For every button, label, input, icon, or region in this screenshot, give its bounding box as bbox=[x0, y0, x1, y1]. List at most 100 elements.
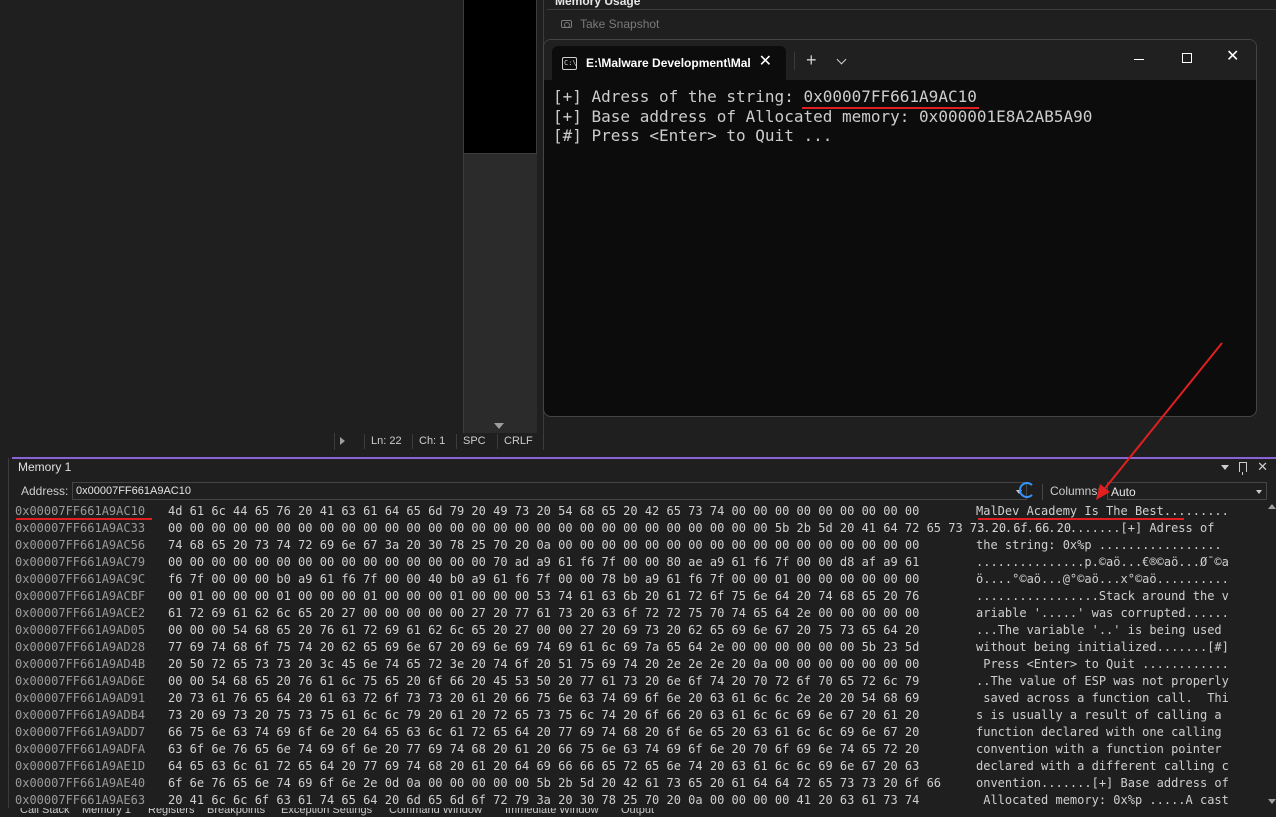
memory-row-hex[interactable]: 64 65 63 6c 61 72 65 64 20 77 69 74 68 2… bbox=[168, 758, 919, 775]
columns-dropdown-icon[interactable] bbox=[1256, 490, 1262, 494]
address-input[interactable]: 0x00007FF661A9AC10 bbox=[72, 482, 1027, 500]
memory-row[interactable]: 0x00007FF661A9AC10 4d 61 6c 44 65 76 20 4… bbox=[15, 503, 1267, 520]
scroll-right-icon[interactable] bbox=[334, 433, 352, 450]
memory-row-hex[interactable]: 6f 6e 76 65 6e 74 69 6f 6e 2e 0d 0a 00 0… bbox=[168, 775, 941, 792]
close-window-icon[interactable]: ✕ bbox=[1226, 48, 1239, 66]
memory-vertical-scrollbar[interactable] bbox=[1267, 504, 1276, 804]
memory-row[interactable]: 0x00007FF661A9ACE2 61 72 69 61 62 6c 65 2… bbox=[15, 605, 1267, 622]
memory-row-hex[interactable]: 61 72 69 61 62 6c 65 20 27 00 00 00 00 0… bbox=[168, 605, 919, 622]
bottom-tab[interactable]: Immediate Window bbox=[505, 808, 599, 816]
memory-row[interactable]: 0x00007FF661A9AC33 00 00 00 00 00 00 00 0… bbox=[15, 520, 1267, 537]
status-line-ending[interactable]: CRLF bbox=[497, 434, 539, 449]
bottom-tab[interactable]: Call Stack bbox=[20, 808, 70, 816]
bottom-tab[interactable]: Memory 1 bbox=[82, 808, 131, 816]
columns-select[interactable]: Auto bbox=[1107, 482, 1267, 500]
memory-row-ascii[interactable]: function declared with one calling bbox=[976, 724, 1229, 741]
bottom-tab[interactable]: Exception Settings bbox=[281, 808, 372, 816]
memory-row[interactable]: 0x00007FF661A9ADB4 73 20 69 73 20 75 73 7… bbox=[15, 707, 1267, 724]
memory-row-hex[interactable]: 20 50 72 65 73 73 20 3c 45 6e 74 65 72 3… bbox=[168, 656, 919, 673]
minimize-icon[interactable] bbox=[1134, 59, 1144, 60]
memory-row-ascii[interactable]: saved across a function call. Thi bbox=[976, 690, 1229, 707]
memory-row[interactable]: 0x00007FF661A9ADD7 66 75 6e 63 74 69 6f 6… bbox=[15, 724, 1267, 741]
memory-row[interactable]: 0x00007FF661A9AD91 20 73 61 76 65 64 20 6… bbox=[15, 690, 1267, 707]
memory-row-hex[interactable]: 63 6f 6e 76 65 6e 74 69 6f 6e 20 77 69 7… bbox=[168, 741, 919, 758]
memory-row-ascii[interactable]: without being initialized.......[#] bbox=[976, 639, 1229, 656]
terminal-tab[interactable]: C:\ E:\Malware Development\Mal ✕ bbox=[552, 46, 786, 80]
bottom-tab[interactable]: Breakpoints bbox=[207, 808, 265, 816]
memory-row[interactable]: 0x00007FF661A9AE63 20 41 6c 6c 6f 63 61 7… bbox=[15, 792, 1267, 809]
memory-row-hex[interactable]: 00 00 00 54 68 65 20 76 61 72 69 61 62 6… bbox=[168, 622, 919, 639]
memory-row-hex[interactable]: 4d 61 6c 44 65 76 20 41 63 61 64 65 6d 7… bbox=[168, 503, 919, 520]
scroll-down-arrow-icon[interactable] bbox=[1268, 799, 1276, 804]
memory-row-ascii[interactable]: declared with a different calling c bbox=[976, 758, 1229, 775]
memory-row-ascii[interactable]: ....................[+] Adress of bbox=[976, 520, 1222, 537]
pin-icon[interactable] bbox=[1239, 462, 1248, 475]
memory-row-ascii[interactable]: onvention.......[+] Base address of bbox=[976, 775, 1229, 792]
terminal-titlebar[interactable]: C:\ E:\Malware Development\Mal ✕ + ✕ bbox=[544, 40, 1256, 80]
close-tab-icon[interactable]: ✕ bbox=[759, 53, 772, 71]
status-column[interactable]: Ch: 1 bbox=[412, 434, 451, 449]
memory-row-address: 0x00007FF661A9AC9C bbox=[15, 572, 146, 586]
status-line[interactable]: Ln: 22 bbox=[364, 434, 408, 449]
left-tool-strip bbox=[0, 458, 9, 808]
memory-row-address: 0x00007FF661A9AD4B bbox=[15, 657, 146, 671]
status-whitespace[interactable]: SPC bbox=[456, 434, 492, 449]
memory-row-ascii[interactable]: ..The value of ESP was not properly bbox=[976, 673, 1229, 690]
close-icon[interactable]: ✕ bbox=[1257, 460, 1268, 473]
memory-row-hex[interactable]: 66 75 6e 63 74 69 6f 6e 20 64 65 63 6c 6… bbox=[168, 724, 919, 741]
memory-row[interactable]: 0x00007FF661A9AE1D 64 65 63 6c 61 72 65 6… bbox=[15, 758, 1267, 775]
memory-row[interactable]: 0x00007FF661A9AD05 00 00 00 54 68 65 20 7… bbox=[15, 622, 1267, 639]
memory-row-hex[interactable]: 00 00 54 68 65 20 76 61 6c 75 65 20 6f 6… bbox=[168, 673, 919, 690]
memory-row-hex[interactable]: 74 68 65 20 73 74 72 69 6e 67 3a 20 30 7… bbox=[168, 537, 919, 554]
take-snapshot-button[interactable]: Take Snapshot bbox=[561, 17, 659, 31]
memory-row-hex[interactable]: 20 41 6c 6c 6f 63 61 74 65 64 20 6d 65 6… bbox=[168, 792, 919, 809]
memory-row-ascii[interactable]: Press <Enter> to Quit ............ bbox=[976, 656, 1229, 673]
memory-row-hex[interactable]: 00 01 00 00 00 01 00 00 00 01 00 00 00 0… bbox=[168, 588, 919, 605]
scroll-up-arrow-icon[interactable] bbox=[1268, 504, 1276, 509]
memory-row-ascii[interactable]: ö....°©aö...@°©aö...x°©aö.......... bbox=[976, 571, 1229, 588]
memory-row-hex[interactable]: 00 00 00 00 00 00 00 00 00 00 00 00 00 0… bbox=[168, 520, 1071, 537]
reevaluate-icon[interactable] bbox=[1019, 482, 1035, 498]
memory-row-ascii[interactable]: ...............p.©aö...€®©aö...Ø¯©a bbox=[976, 554, 1229, 571]
memory-row-address: 0x00007FF661A9ADB4 bbox=[15, 708, 146, 722]
new-tab-icon[interactable]: + bbox=[806, 50, 817, 70]
memory-row-hex[interactable]: 20 73 61 76 65 64 20 61 63 72 6f 73 73 2… bbox=[168, 690, 919, 707]
memory-row-ascii[interactable]: Allocated memory: 0x%p .....A cast bbox=[976, 792, 1229, 809]
memory-row[interactable]: 0x00007FF661A9AE40 6f 6e 76 65 6e 74 69 6… bbox=[15, 775, 1267, 792]
editor-vertical-scrollbar[interactable] bbox=[463, 154, 537, 433]
window-controls: ✕ bbox=[1221, 460, 1268, 475]
memory-row[interactable]: 0x00007FF661A9AC79 00 00 00 00 00 00 00 0… bbox=[15, 554, 1267, 571]
memory-row-ascii[interactable]: .................Stack around the v bbox=[976, 588, 1229, 605]
memory-row-ascii[interactable]: the string: 0x%p ................. bbox=[976, 537, 1222, 554]
memory-window-title: Memory 1 bbox=[18, 460, 72, 474]
memory-dump[interactable]: 0x00007FF661A9AC10 4d 61 6c 44 65 76 20 4… bbox=[15, 503, 1267, 809]
memory-row[interactable]: 0x00007FF661A9AD4B 20 50 72 65 73 73 20 3… bbox=[15, 656, 1267, 673]
maximize-icon[interactable] bbox=[1182, 53, 1192, 63]
memory-row[interactable]: 0x00007FF661A9ACBF 00 01 00 00 00 01 00 0… bbox=[15, 588, 1267, 605]
bottom-tab[interactable]: Command Window bbox=[389, 808, 482, 816]
panel-divider bbox=[547, 9, 1276, 10]
memory-row-ascii[interactable]: ...The variable '..' is being used bbox=[976, 622, 1229, 639]
terminal-output[interactable]: [+] Adress of the string: 0x00007FF661A9… bbox=[544, 80, 1256, 146]
memory-row-address: 0x00007FF661A9AD6E bbox=[15, 674, 146, 688]
bottom-tab[interactable]: Registers bbox=[148, 808, 194, 816]
terminal-window[interactable]: C:\ E:\Malware Development\Mal ✕ + ✕ [+]… bbox=[543, 39, 1257, 417]
memory-row-ascii[interactable]: ariable '.....' was corrupted...... bbox=[976, 605, 1229, 622]
memory-row-hex[interactable]: 73 20 69 73 20 75 73 75 61 6c 6c 79 20 6… bbox=[168, 707, 919, 724]
memory-row-hex[interactable]: 77 69 74 68 6f 75 74 20 62 65 69 6e 67 2… bbox=[168, 639, 919, 656]
scroll-down-arrow-icon[interactable] bbox=[494, 423, 504, 429]
memory-row[interactable]: 0x00007FF661A9AD28 77 69 74 68 6f 75 74 2… bbox=[15, 639, 1267, 656]
memory-row[interactable]: 0x00007FF661A9AC56 74 68 65 20 73 74 72 6… bbox=[15, 537, 1267, 554]
bottom-tab[interactable]: Output bbox=[621, 808, 654, 816]
code-editor-area[interactable] bbox=[0, 0, 463, 433]
memory-row-ascii[interactable]: s is usually a result of calling a bbox=[976, 707, 1229, 724]
memory-row-hex[interactable]: f6 7f 00 00 00 b0 a9 61 f6 7f 00 00 40 b… bbox=[168, 571, 919, 588]
window-position-dropdown-icon[interactable] bbox=[1221, 465, 1230, 470]
string-address-highlight: 0x00007FF661A9AC10 bbox=[803, 87, 977, 106]
memory-row[interactable]: 0x00007FF661A9ADFA 63 6f 6e 76 65 6e 74 6… bbox=[15, 741, 1267, 758]
memory-row[interactable]: 0x00007FF661A9AD6E 00 00 54 68 65 20 76 6… bbox=[15, 673, 1267, 690]
memory-row-ascii[interactable]: convention with a function pointer bbox=[976, 741, 1229, 758]
chevron-down-icon[interactable] bbox=[836, 54, 847, 65]
memory-row-hex[interactable]: 00 00 00 00 00 00 00 00 00 00 00 00 00 0… bbox=[168, 554, 919, 571]
memory-row[interactable]: 0x00007FF661A9AC9C f6 7f 00 00 00 b0 a9 6… bbox=[15, 571, 1267, 588]
